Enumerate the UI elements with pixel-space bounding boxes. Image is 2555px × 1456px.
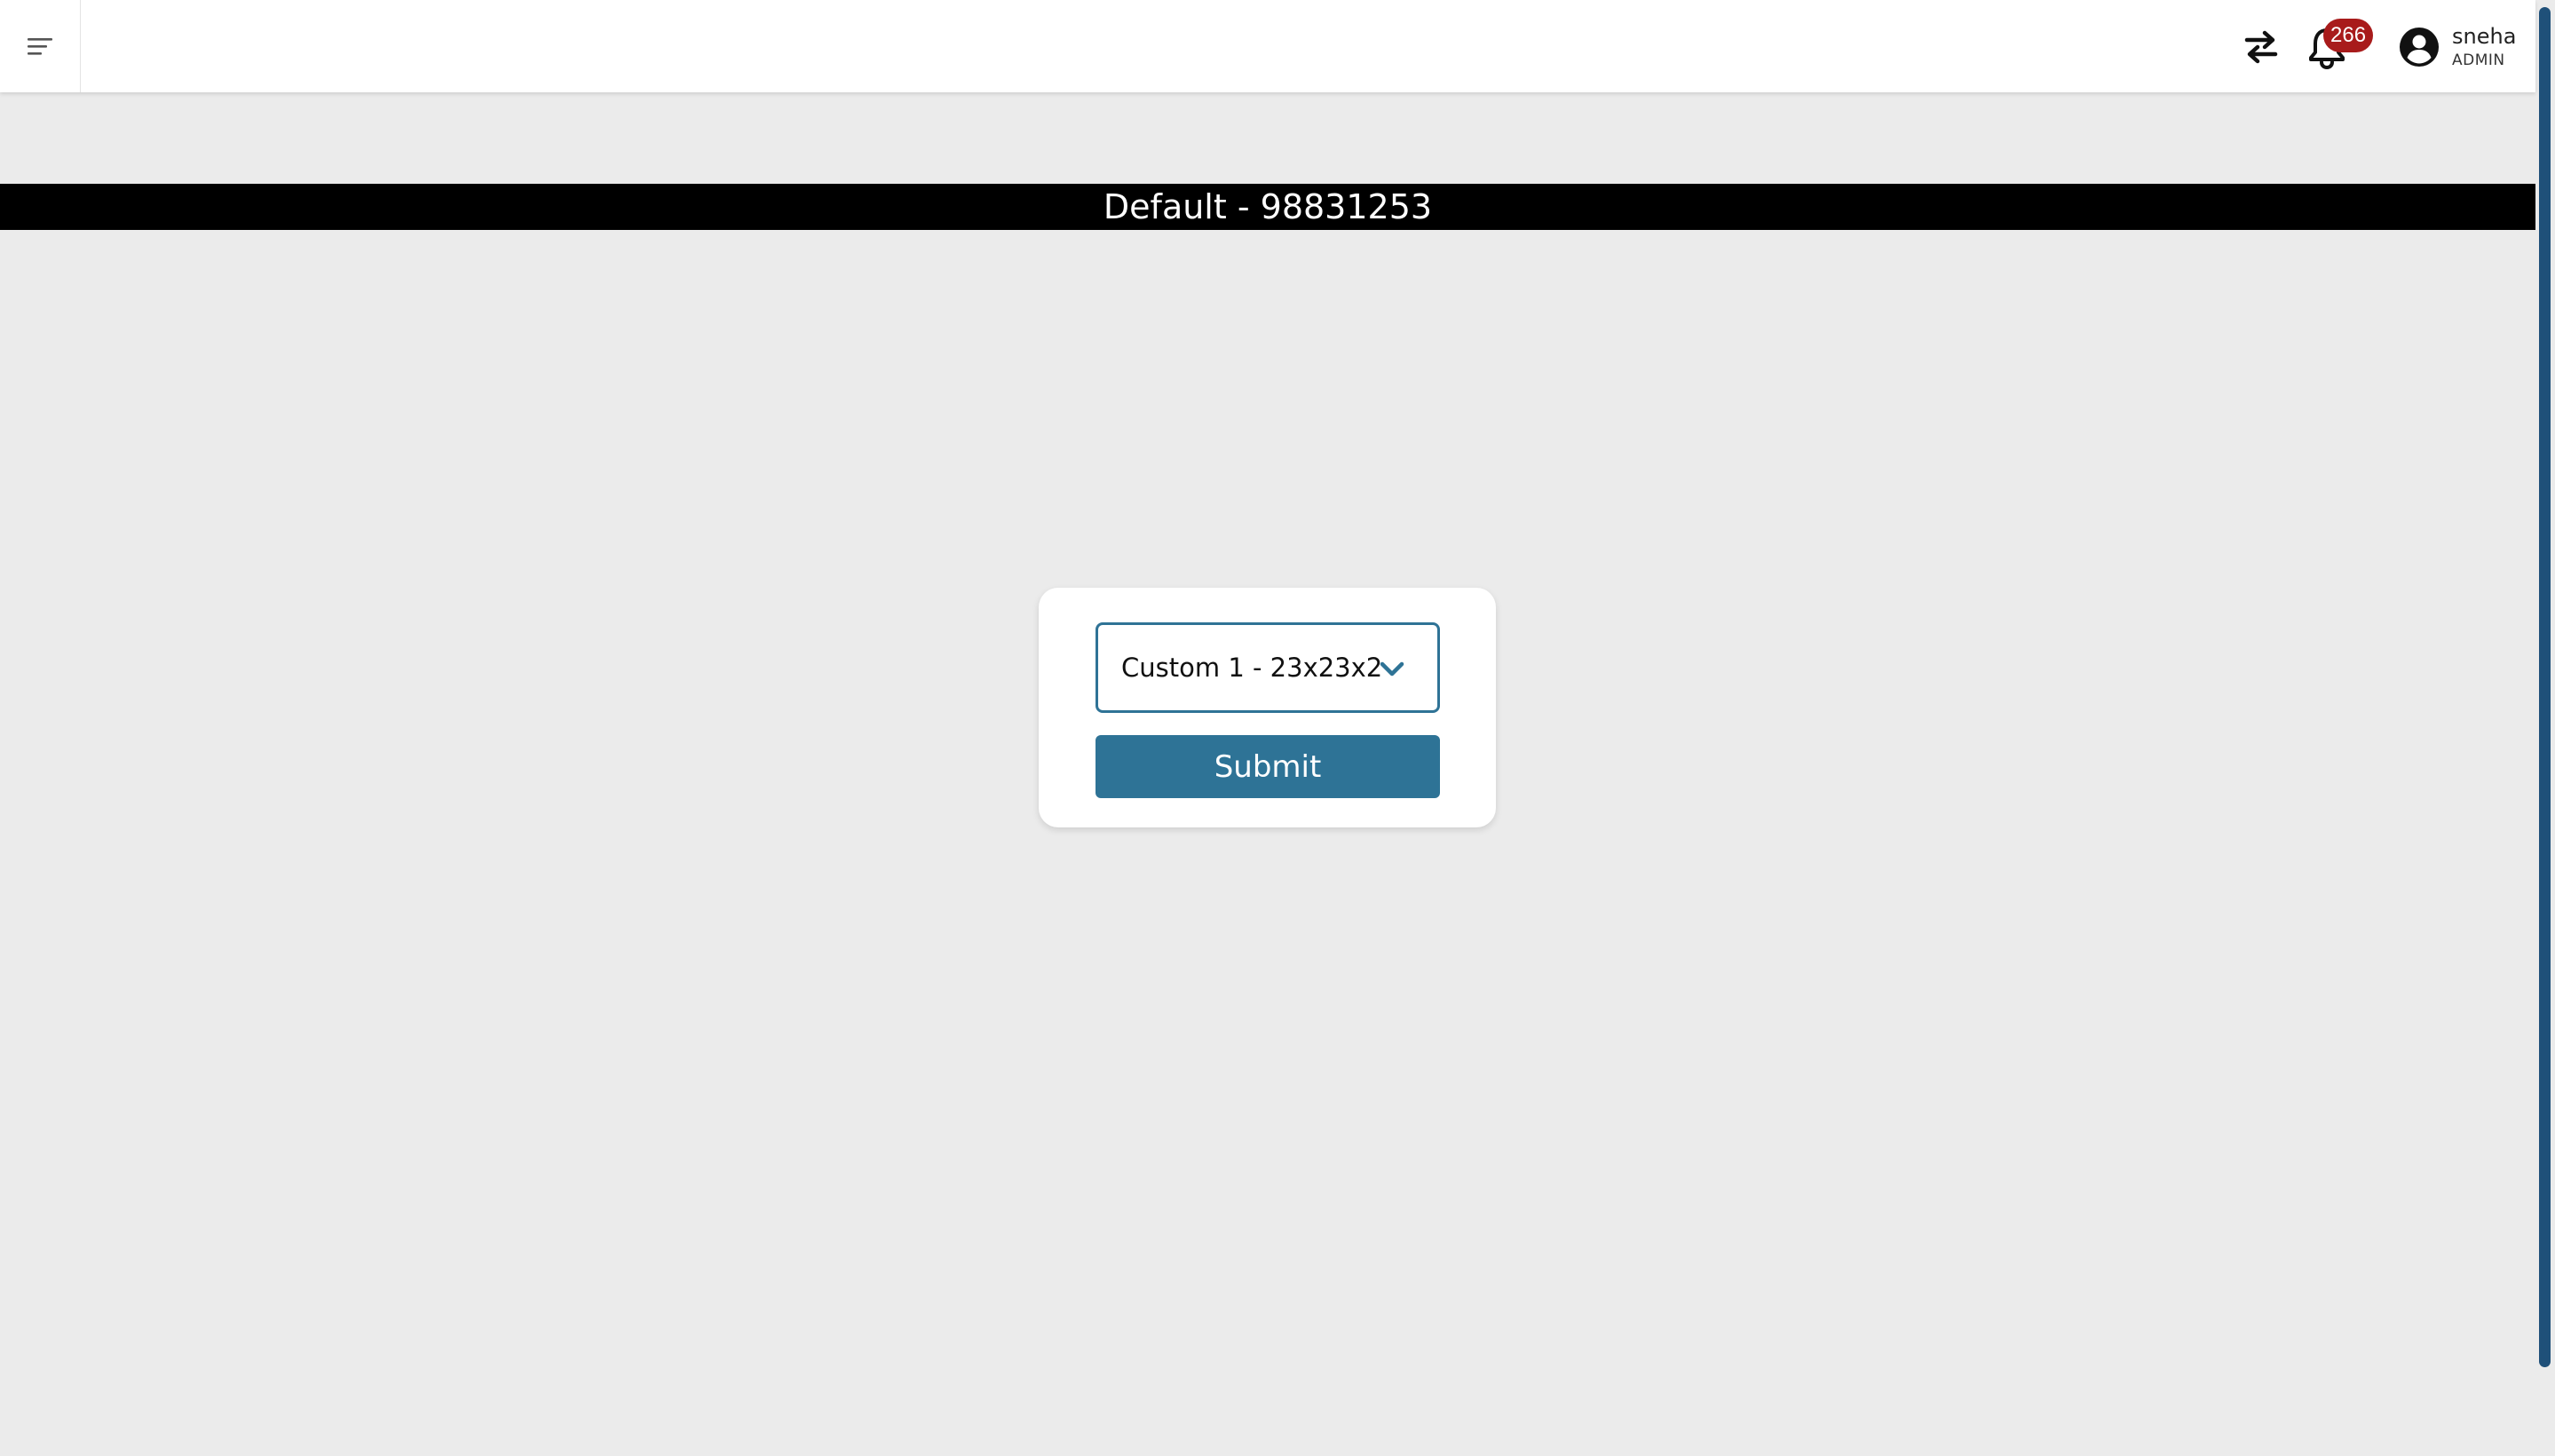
account-circle-icon — [2400, 28, 2439, 67]
user-menu[interactable]: sneha ADMIN — [2399, 16, 2516, 78]
avatar — [2399, 27, 2440, 67]
notification-count-badge[interactable]: 266 — [2323, 19, 2374, 52]
app-page: 266 sneha ADMIN Default - 98831253 Custo… — [0, 0, 2555, 1456]
user-info: sneha ADMIN — [2452, 23, 2516, 71]
user-role: ADMIN — [2452, 51, 2505, 69]
menu-icon — [28, 38, 52, 55]
chevron-down-icon — [1380, 661, 1404, 677]
top-app-bar: 266 sneha ADMIN — [0, 0, 2535, 92]
select-value: Custom 1 - 23x23x20 — [1121, 653, 1380, 683]
swap-button[interactable] — [2237, 23, 2285, 71]
user-name: sneha — [2452, 24, 2517, 49]
scrollbar-thumb[interactable] — [2539, 7, 2551, 1367]
option-select[interactable]: Custom 1 - 23x23x20 — [1096, 622, 1440, 713]
selection-card: Custom 1 - 23x23x20 Submit — [1039, 588, 1496, 827]
page-title: Default - 98831253 — [0, 184, 2535, 230]
submit-button[interactable]: Submit — [1096, 735, 1440, 798]
swap-arrows-icon — [2244, 30, 2278, 64]
menu-button[interactable] — [0, 0, 81, 92]
